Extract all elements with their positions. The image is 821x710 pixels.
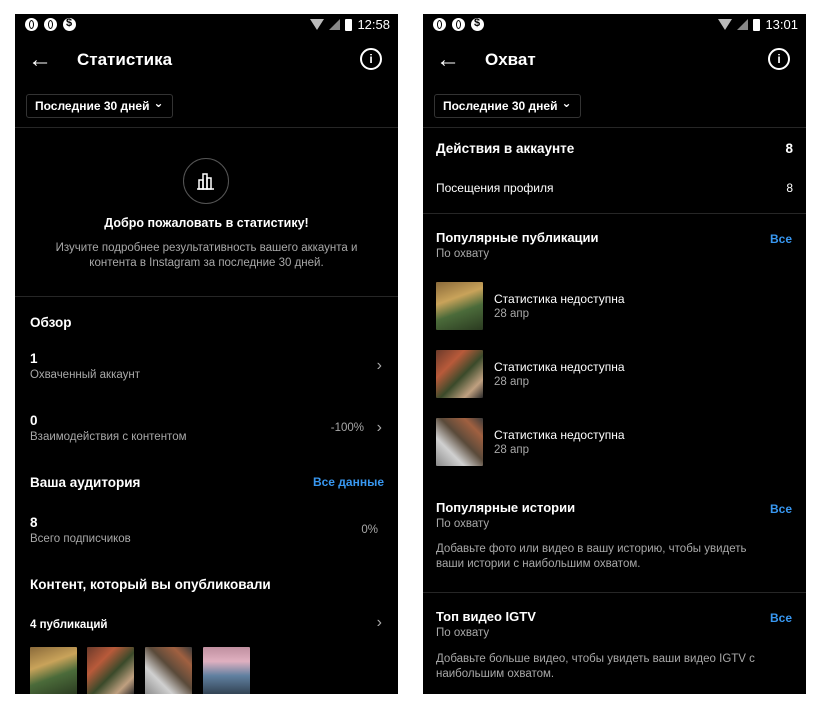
divider [423,127,806,128]
opera-icon [433,18,446,31]
post-date: 28 апр [494,376,530,388]
back-arrow-icon[interactable]: ← [28,48,52,72]
shazam-icon [471,17,484,31]
stories-text-2: ваши истории с наибольшим охватом. [436,558,641,570]
content-title: Контент, который вы опубликовали [30,577,271,592]
battery-icon [345,18,353,31]
post-thumbnail [436,282,483,330]
opera-icon [44,18,57,31]
welcome-text-1: Изучите подробнее результативность вашег… [55,242,358,254]
post-thumbnail[interactable] [145,647,192,694]
followers-value: 8 [30,515,38,530]
audience-title: Ваша аудитория [30,475,141,490]
chevron-right-icon: › [376,614,382,631]
chevron-down-icon: ⌄ [561,96,572,110]
wifi-icon [718,19,733,30]
page-title: Статистика [77,50,173,69]
divider [15,296,398,297]
igtv-title: Топ видео IGTV [436,609,536,624]
divider [423,592,806,593]
igtv-text-1: Добавьте больше видео, чтобы увидеть ваш… [436,653,755,665]
popular-stories-title: Популярные истории [436,500,576,515]
igtv-subtitle: По охвату [436,627,490,639]
overview-title: Обзор [30,315,72,330]
top-bar: ← Статистика i [15,44,398,76]
popular-stories-subtitle: По охвату [436,518,490,530]
info-icon[interactable]: i [768,48,790,70]
followers-change: 0% [361,524,378,536]
chevron-right-icon: › [376,419,382,436]
popular-posts-all-link[interactable]: Все [770,232,792,246]
opera-icon [25,18,38,31]
profile-visits-value: 8 [786,181,793,195]
divider [15,127,398,128]
page-title: Охват [485,50,536,69]
period-label: Последние 30 дней [35,99,150,113]
igtv-text-2: наибольшим охватом. [436,668,555,680]
info-icon[interactable]: i [360,48,382,70]
status-time: 12:58 [357,17,390,32]
profile-visits-label: Посещения профиля [436,181,554,195]
welcome-title: Добро пожаловать в статистику! [104,216,309,230]
post-thumbnail[interactable] [203,647,250,694]
actions-value: 8 [785,141,793,156]
interactions-label: Взаимодействия с контентом [30,431,187,443]
post-thumbnail[interactable] [30,647,77,694]
post-date: 28 апр [494,444,530,456]
post-thumbnail [436,350,483,398]
status-time: 13:01 [765,17,798,32]
actions-title: Действия в аккаунте [436,141,575,156]
interactions-value: 0 [30,413,38,428]
reached-value: 1 [30,351,38,366]
chevron-right-icon: › [376,357,382,374]
wifi-icon [310,19,325,30]
post-stat-title: Статистика недоступна [494,292,625,306]
posts-count: 4 публикаций [30,619,108,631]
post-stat-title: Статистика недоступна [494,428,625,442]
post-stat-title: Статистика недоступна [494,360,625,374]
period-dropdown[interactable]: Последние 30 дней ⌄ [26,94,173,118]
opera-icon [452,18,465,31]
post-thumbnail [436,418,483,466]
igtv-all-link[interactable]: Все [770,611,792,625]
right-screen: 13:01 ← Охват i Последние 30 дней ⌄ Дейс… [423,14,806,694]
left-screen: 12:58 ← Статистика i Последние 30 дней ⌄… [15,14,398,694]
stories-text-1: Добавьте фото или видео в вашу историю, … [436,543,747,555]
bar-chart-icon [197,173,214,190]
signal-icon [737,19,749,30]
chevron-down-icon: ⌄ [153,96,164,110]
battery-icon [753,18,761,31]
divider [423,213,806,214]
popular-stories-all-link[interactable]: Все [770,502,792,516]
welcome-text-2: контента в Instagram за последние 30 дне… [89,257,324,269]
status-bar: 12:58 [15,14,398,38]
followers-label: Всего подписчиков [30,533,131,545]
signal-icon [329,19,341,30]
post-date: 28 апр [494,308,530,320]
reached-label: Охваченный аккаунт [30,369,141,381]
back-arrow-icon[interactable]: ← [436,48,460,72]
insights-circle [183,158,229,204]
period-label: Последние 30 дней [443,99,558,113]
popular-posts-subtitle: По охвату [436,248,490,260]
post-thumbnail[interactable] [87,647,134,694]
popular-posts-title: Популярные публикации [436,230,599,245]
all-data-link[interactable]: Все данные [313,475,384,489]
status-bar: 13:01 [423,14,806,38]
interactions-change: -100% [330,422,364,434]
shazam-icon [63,17,76,31]
period-dropdown[interactable]: Последние 30 дней ⌄ [434,94,581,118]
top-bar: ← Охват i [423,44,806,76]
